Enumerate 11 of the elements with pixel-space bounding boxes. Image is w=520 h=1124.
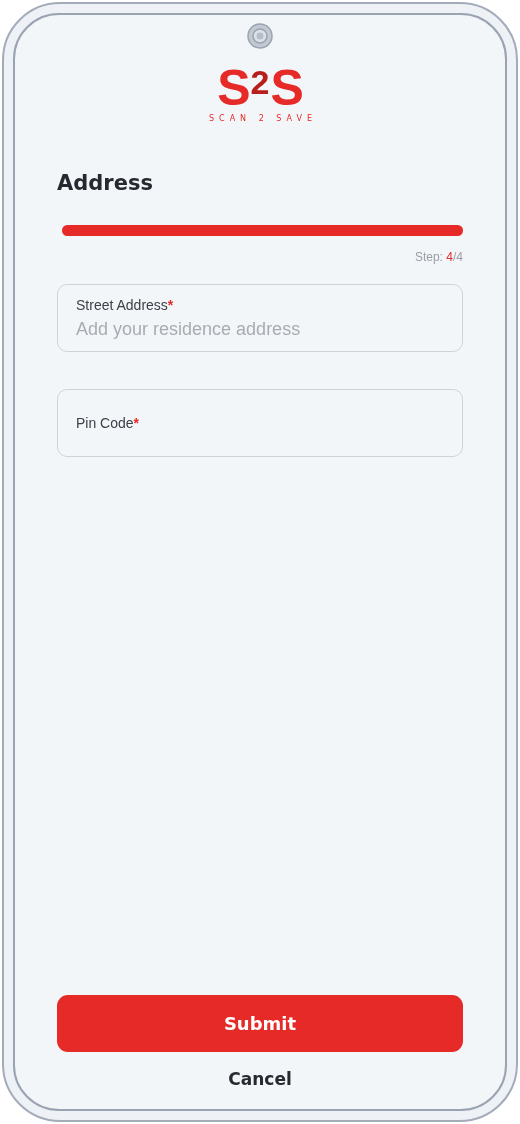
field-label: Pin Code* [76,415,141,431]
field-label: Street Address* [76,296,175,313]
address-input[interactable]: Add your residence address [76,318,444,340]
page-title: Address [57,171,154,195]
form-field[interactable]: Street Address* Add your residence address [57,284,463,352]
camera-icon [247,23,273,49]
logo-tagline: SCAN 2 SAVE [208,114,317,123]
form-field[interactable]: Pin Code* [57,389,463,457]
step-counter: Step: 4/4 [414,250,463,264]
submit-button[interactable]: Submit [57,995,463,1052]
cancel-button[interactable]: Cancel [224,1067,296,1091]
